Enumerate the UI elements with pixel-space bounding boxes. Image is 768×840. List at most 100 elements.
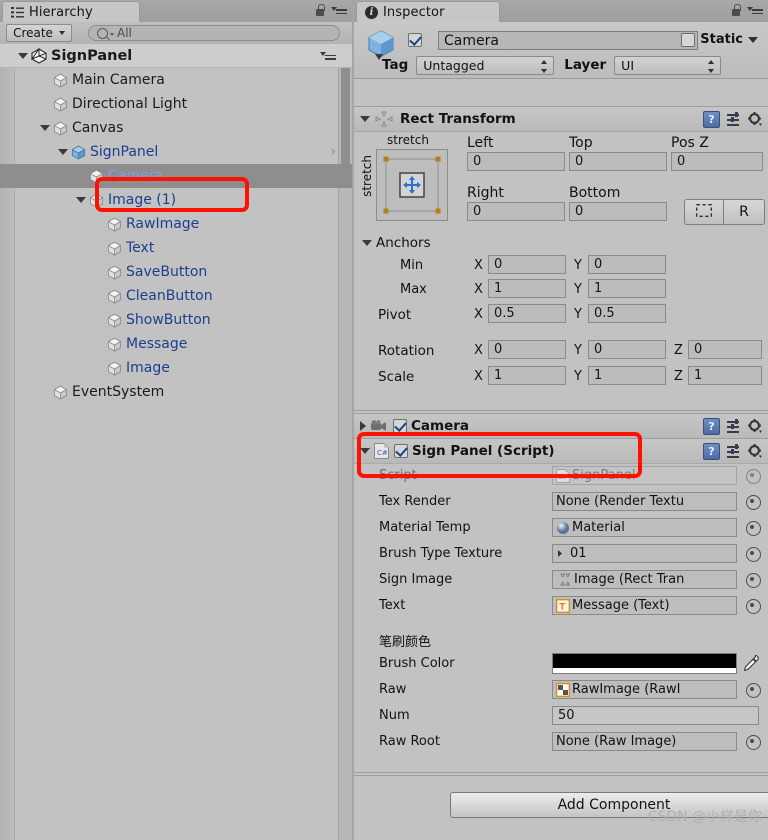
gear-icon[interactable]	[748, 419, 762, 433]
expander-open-icon[interactable]	[360, 448, 370, 454]
pivot-y-input[interactable]: 0.5	[588, 304, 666, 323]
field-value-script: C# SignPanel	[552, 466, 737, 485]
expander-open-icon[interactable]	[18, 52, 28, 59]
raw-edit-mode-button[interactable]: R	[723, 199, 765, 225]
rect-transform-header[interactable]: Rect Transform ?	[354, 107, 768, 132]
left-input[interactable]: 0	[467, 152, 565, 171]
scene-context-menu-icon[interactable]	[320, 50, 336, 61]
lock-icon[interactable]	[731, 4, 741, 16]
expander-open-icon[interactable]	[362, 240, 372, 246]
posz-input[interactable]: 0	[671, 152, 763, 171]
camera-component-header[interactable]: Camera ?	[354, 414, 768, 439]
rotation-x-input[interactable]: 0	[488, 340, 566, 359]
field-value-num[interactable]: 50	[552, 706, 759, 725]
top-input[interactable]: 0	[569, 152, 667, 171]
create-button[interactable]: Create	[6, 24, 72, 42]
expander-open-icon[interactable]	[58, 149, 68, 155]
scale-y-input[interactable]: 1	[588, 366, 666, 385]
hierarchy-item-label: Main Camera	[72, 72, 165, 88]
hierarchy-item-savebutton[interactable]: SaveButton	[0, 260, 352, 284]
anchor-preset-button[interactable]	[376, 149, 448, 221]
object-picker-icon[interactable]	[746, 599, 761, 614]
prefab-open-chevron-icon[interactable]: ›	[330, 144, 336, 160]
preset-icon[interactable]	[727, 444, 741, 458]
hierarchy-scene-root[interactable]: SignPanel	[0, 44, 352, 68]
blueprint-mode-button[interactable]	[684, 199, 723, 225]
panel-menu-icon[interactable]	[747, 5, 763, 16]
layer-dropdown[interactable]: UI	[614, 55, 722, 75]
hierarchy-item-signpanel[interactable]: SignPanel ›	[0, 140, 352, 164]
tab-inspector[interactable]: i Inspector	[356, 1, 500, 22]
hierarchy-item-rawimage[interactable]: RawImage	[0, 212, 352, 236]
object-picker-icon[interactable]	[746, 495, 761, 510]
scale-z-input[interactable]: 1	[688, 366, 762, 385]
anchor-min-x-input[interactable]: 0	[488, 255, 566, 274]
anchor-max-x-input[interactable]: 1	[488, 279, 566, 298]
field-value-tex-render[interactable]: None (Render Textu	[552, 492, 737, 511]
hierarchy-item-image[interactable]: Image	[0, 356, 352, 380]
expander-open-icon[interactable]	[360, 116, 370, 122]
anchor-max-y-input[interactable]: 1	[588, 279, 666, 298]
anchor-max-y-value: 1	[594, 281, 603, 296]
expander-open-icon[interactable]	[40, 125, 50, 131]
rotation-y-input[interactable]: 0	[588, 340, 666, 359]
field-value-raw[interactable]: RawImage (RawI	[552, 680, 737, 699]
hierarchy-item-canvas[interactable]: Canvas	[0, 116, 352, 140]
rotation-z-input[interactable]: 0	[688, 340, 762, 359]
chevron-down-icon[interactable]	[748, 36, 758, 43]
tag-dropdown[interactable]: Untagged	[416, 55, 555, 75]
bottom-input[interactable]: 0	[569, 202, 667, 221]
preset-icon[interactable]	[727, 112, 741, 126]
field-value-sign-image[interactable]: Image (Rect Tran	[552, 570, 737, 589]
layer-label: Layer	[564, 57, 607, 73]
field-label: Raw Root	[379, 734, 440, 749]
hierarchy-item-eventsystem[interactable]: EventSystem	[0, 380, 352, 404]
expander-open-icon[interactable]	[76, 197, 86, 203]
object-picker-icon[interactable]	[746, 573, 761, 588]
hierarchy-item-text[interactable]: Text	[0, 236, 352, 260]
tab-hierarchy[interactable]: Hierarchy	[2, 1, 140, 22]
hierarchy-item-camera[interactable]: Camera	[0, 164, 352, 188]
help-icon[interactable]: ?	[703, 110, 720, 128]
hierarchy-item-label: EventSystem	[72, 384, 165, 400]
anchors-foldout[interactable]: Anchors	[362, 235, 431, 251]
help-icon[interactable]: ?	[703, 417, 720, 435]
sign-panel-script-header[interactable]: C# Sign Panel (Script) ?	[354, 439, 768, 464]
hierarchy-item-cleanbutton[interactable]: CleanButton	[0, 284, 352, 308]
camera-enabled-checkbox[interactable]	[393, 419, 407, 433]
expander-collapsed-icon[interactable]	[360, 421, 366, 431]
gameobject-name-input[interactable]: Camera	[438, 31, 698, 50]
right-input[interactable]: 0	[467, 202, 565, 221]
field-value-material-temp[interactable]: Material	[552, 518, 737, 537]
field-value-text[interactable]: T Message (Text)	[552, 596, 737, 615]
scale-x-input[interactable]: 1	[488, 366, 566, 385]
object-picker-icon[interactable]	[746, 469, 761, 484]
static-checkbox[interactable]	[681, 32, 696, 47]
object-picker-icon[interactable]	[746, 521, 761, 536]
gameobject-active-checkbox[interactable]	[408, 33, 422, 47]
hierarchy-item-showbutton[interactable]: ShowButton	[0, 308, 352, 332]
gear-icon[interactable]	[748, 444, 762, 458]
field-value-text: RawImage (RawI	[572, 682, 681, 697]
brush-color-swatch[interactable]	[552, 653, 737, 674]
pivot-x-input[interactable]: 0.5	[488, 304, 566, 323]
static-toggle-group[interactable]: Static	[681, 32, 758, 47]
field-value-raw-root[interactable]: None (Raw Image)	[552, 732, 737, 751]
preset-icon[interactable]	[727, 419, 741, 433]
panel-menu-icon[interactable]	[331, 5, 347, 16]
object-picker-icon[interactable]	[746, 735, 761, 750]
field-value-brush-type-texture[interactable]: 01	[552, 544, 737, 563]
anchor-min-y-input[interactable]: 0	[588, 255, 666, 274]
hierarchy-item-main-camera[interactable]: Main Camera	[0, 68, 352, 92]
eyedropper-icon[interactable]	[742, 654, 759, 676]
object-picker-icon[interactable]	[746, 547, 761, 562]
object-picker-icon[interactable]	[746, 683, 761, 698]
hierarchy-item-image-1[interactable]: Image (1)	[0, 188, 352, 212]
lock-icon[interactable]	[315, 4, 325, 16]
hierarchy-item-directional-light[interactable]: Directional Light	[0, 92, 352, 116]
hierarchy-item-message[interactable]: Message	[0, 332, 352, 356]
help-icon[interactable]: ?	[703, 442, 720, 460]
hierarchy-search-input[interactable]: All	[88, 25, 340, 41]
gear-icon[interactable]	[748, 112, 762, 126]
sign-panel-enabled-checkbox[interactable]	[394, 444, 408, 458]
